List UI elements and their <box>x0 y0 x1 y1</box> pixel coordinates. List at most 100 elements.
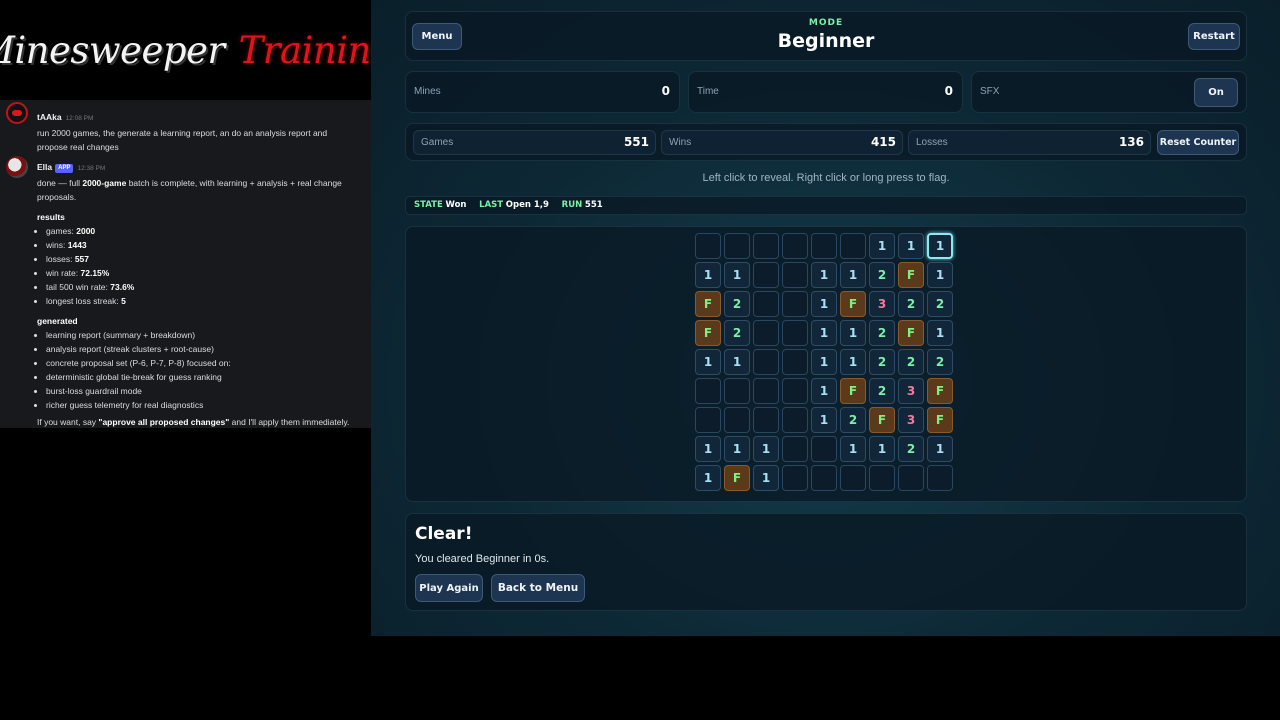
board-cell[interactable]: 1 <box>840 436 866 462</box>
board-cell[interactable]: F <box>898 262 924 288</box>
board-cell[interactable]: 1 <box>753 436 779 462</box>
board-cell[interactable] <box>869 465 895 491</box>
board-cell[interactable]: 1 <box>927 320 953 346</box>
board-cell[interactable]: 1 <box>753 465 779 491</box>
board-cell[interactable]: 1 <box>695 262 721 288</box>
board-cell[interactable] <box>782 407 808 433</box>
chat-username[interactable]: Ella <box>37 162 52 172</box>
header-bar: Menu MODE Beginner Restart <box>405 11 1247 61</box>
board-cell[interactable] <box>927 465 953 491</box>
list-item: learning report (summary + breakdown) <box>46 328 371 342</box>
board-cell[interactable] <box>753 233 779 259</box>
board-cell[interactable] <box>724 233 750 259</box>
board-cell[interactable] <box>898 465 924 491</box>
board-cell[interactable]: 2 <box>898 349 924 375</box>
board-cell[interactable] <box>782 378 808 404</box>
board-cell[interactable] <box>753 262 779 288</box>
board-cell[interactable] <box>811 233 837 259</box>
board-cell[interactable]: 1 <box>840 320 866 346</box>
board-cell[interactable] <box>724 378 750 404</box>
board-cell[interactable] <box>695 378 721 404</box>
board-cell[interactable]: 1 <box>898 233 924 259</box>
board-cell[interactable]: 1 <box>869 233 895 259</box>
board-cell[interactable] <box>840 465 866 491</box>
board-cell[interactable]: F <box>724 465 750 491</box>
board-cell[interactable]: 2 <box>869 349 895 375</box>
board-cell[interactable] <box>753 378 779 404</box>
board-cell[interactable]: 2 <box>869 320 895 346</box>
board-cell[interactable] <box>782 320 808 346</box>
board-cell[interactable]: 1 <box>811 378 837 404</box>
board-cell[interactable]: 2 <box>927 349 953 375</box>
board-cell[interactable]: 1 <box>695 349 721 375</box>
sfx-control: SFX On <box>971 71 1247 113</box>
board-cell[interactable] <box>782 465 808 491</box>
board-cell[interactable] <box>753 407 779 433</box>
time-value: 0 <box>944 84 953 98</box>
board-cell[interactable]: 3 <box>898 378 924 404</box>
results-list: games: 2000 wins: 1443 losses: 557 win r… <box>37 224 371 308</box>
board-cell[interactable]: 1 <box>811 407 837 433</box>
board-cell[interactable] <box>782 436 808 462</box>
board-cell[interactable]: 1 <box>724 262 750 288</box>
minefield-grid: 11111112F1F21F322F2112F111112221F23F12F3… <box>695 233 953 491</box>
board-cell[interactable] <box>753 291 779 317</box>
status-bar: STATE Won LAST Open 1,9 RUN 551 <box>405 196 1247 215</box>
board-cell[interactable] <box>782 349 808 375</box>
board-cell[interactable] <box>811 465 837 491</box>
restart-button[interactable]: Restart <box>1188 23 1240 50</box>
board-cell[interactable]: F <box>927 378 953 404</box>
games-value: 551 <box>623 135 649 149</box>
board-cell[interactable]: 1 <box>927 262 953 288</box>
board-cell[interactable] <box>811 436 837 462</box>
board-cell[interactable] <box>782 233 808 259</box>
board-cell[interactable]: 3 <box>869 291 895 317</box>
generated-list: learning report (summary + breakdown) an… <box>37 328 371 412</box>
board-cell[interactable]: 2 <box>927 291 953 317</box>
board-cell[interactable]: 1 <box>695 465 721 491</box>
board-cell[interactable] <box>782 262 808 288</box>
board-cell[interactable]: 2 <box>724 320 750 346</box>
games-label: Games <box>421 137 454 148</box>
board-cell[interactable]: 1 <box>695 436 721 462</box>
board-cell[interactable]: 1 <box>724 349 750 375</box>
board-cell[interactable]: 1 <box>927 233 953 259</box>
board-cell[interactable]: F <box>840 378 866 404</box>
board-cell[interactable]: 1 <box>724 436 750 462</box>
board-cell[interactable]: F <box>869 407 895 433</box>
reset-counter-button[interactable]: Reset Counter <box>1157 130 1239 155</box>
board-cell[interactable]: 3 <box>898 407 924 433</box>
board-cell[interactable]: 1 <box>811 291 837 317</box>
board-cell[interactable] <box>840 233 866 259</box>
board-cell[interactable]: F <box>695 291 721 317</box>
board-cell[interactable] <box>724 407 750 433</box>
board-cell[interactable]: 1 <box>811 320 837 346</box>
board-cell[interactable]: 2 <box>898 291 924 317</box>
board-cell[interactable]: 1 <box>840 349 866 375</box>
board-cell[interactable]: 1 <box>840 262 866 288</box>
board-cell[interactable]: 1 <box>927 436 953 462</box>
time-label: Time <box>697 86 719 97</box>
board-cell[interactable]: F <box>898 320 924 346</box>
board-cell[interactable]: 1 <box>811 262 837 288</box>
board-cell[interactable]: 2 <box>869 378 895 404</box>
board-cell[interactable] <box>753 349 779 375</box>
sfx-toggle-button[interactable]: On <box>1194 78 1238 107</box>
chat-username[interactable]: tAAka <box>37 112 62 122</box>
board-cell[interactable]: 2 <box>898 436 924 462</box>
board-cell[interactable]: F <box>927 407 953 433</box>
board-cell[interactable]: F <box>840 291 866 317</box>
board-cell[interactable] <box>695 407 721 433</box>
board-cell[interactable]: 1 <box>869 436 895 462</box>
board-cell[interactable]: F <box>695 320 721 346</box>
back-to-menu-button[interactable]: Back to Menu <box>491 574 585 602</box>
board-cell[interactable] <box>782 291 808 317</box>
last-label: LAST <box>479 200 504 210</box>
board-cell[interactable] <box>695 233 721 259</box>
board-cell[interactable]: 2 <box>869 262 895 288</box>
board-cell[interactable]: 2 <box>840 407 866 433</box>
play-again-button[interactable]: Play Again <box>415 574 483 602</box>
board-cell[interactable]: 1 <box>811 349 837 375</box>
board-cell[interactable]: 2 <box>724 291 750 317</box>
board-cell[interactable] <box>753 320 779 346</box>
